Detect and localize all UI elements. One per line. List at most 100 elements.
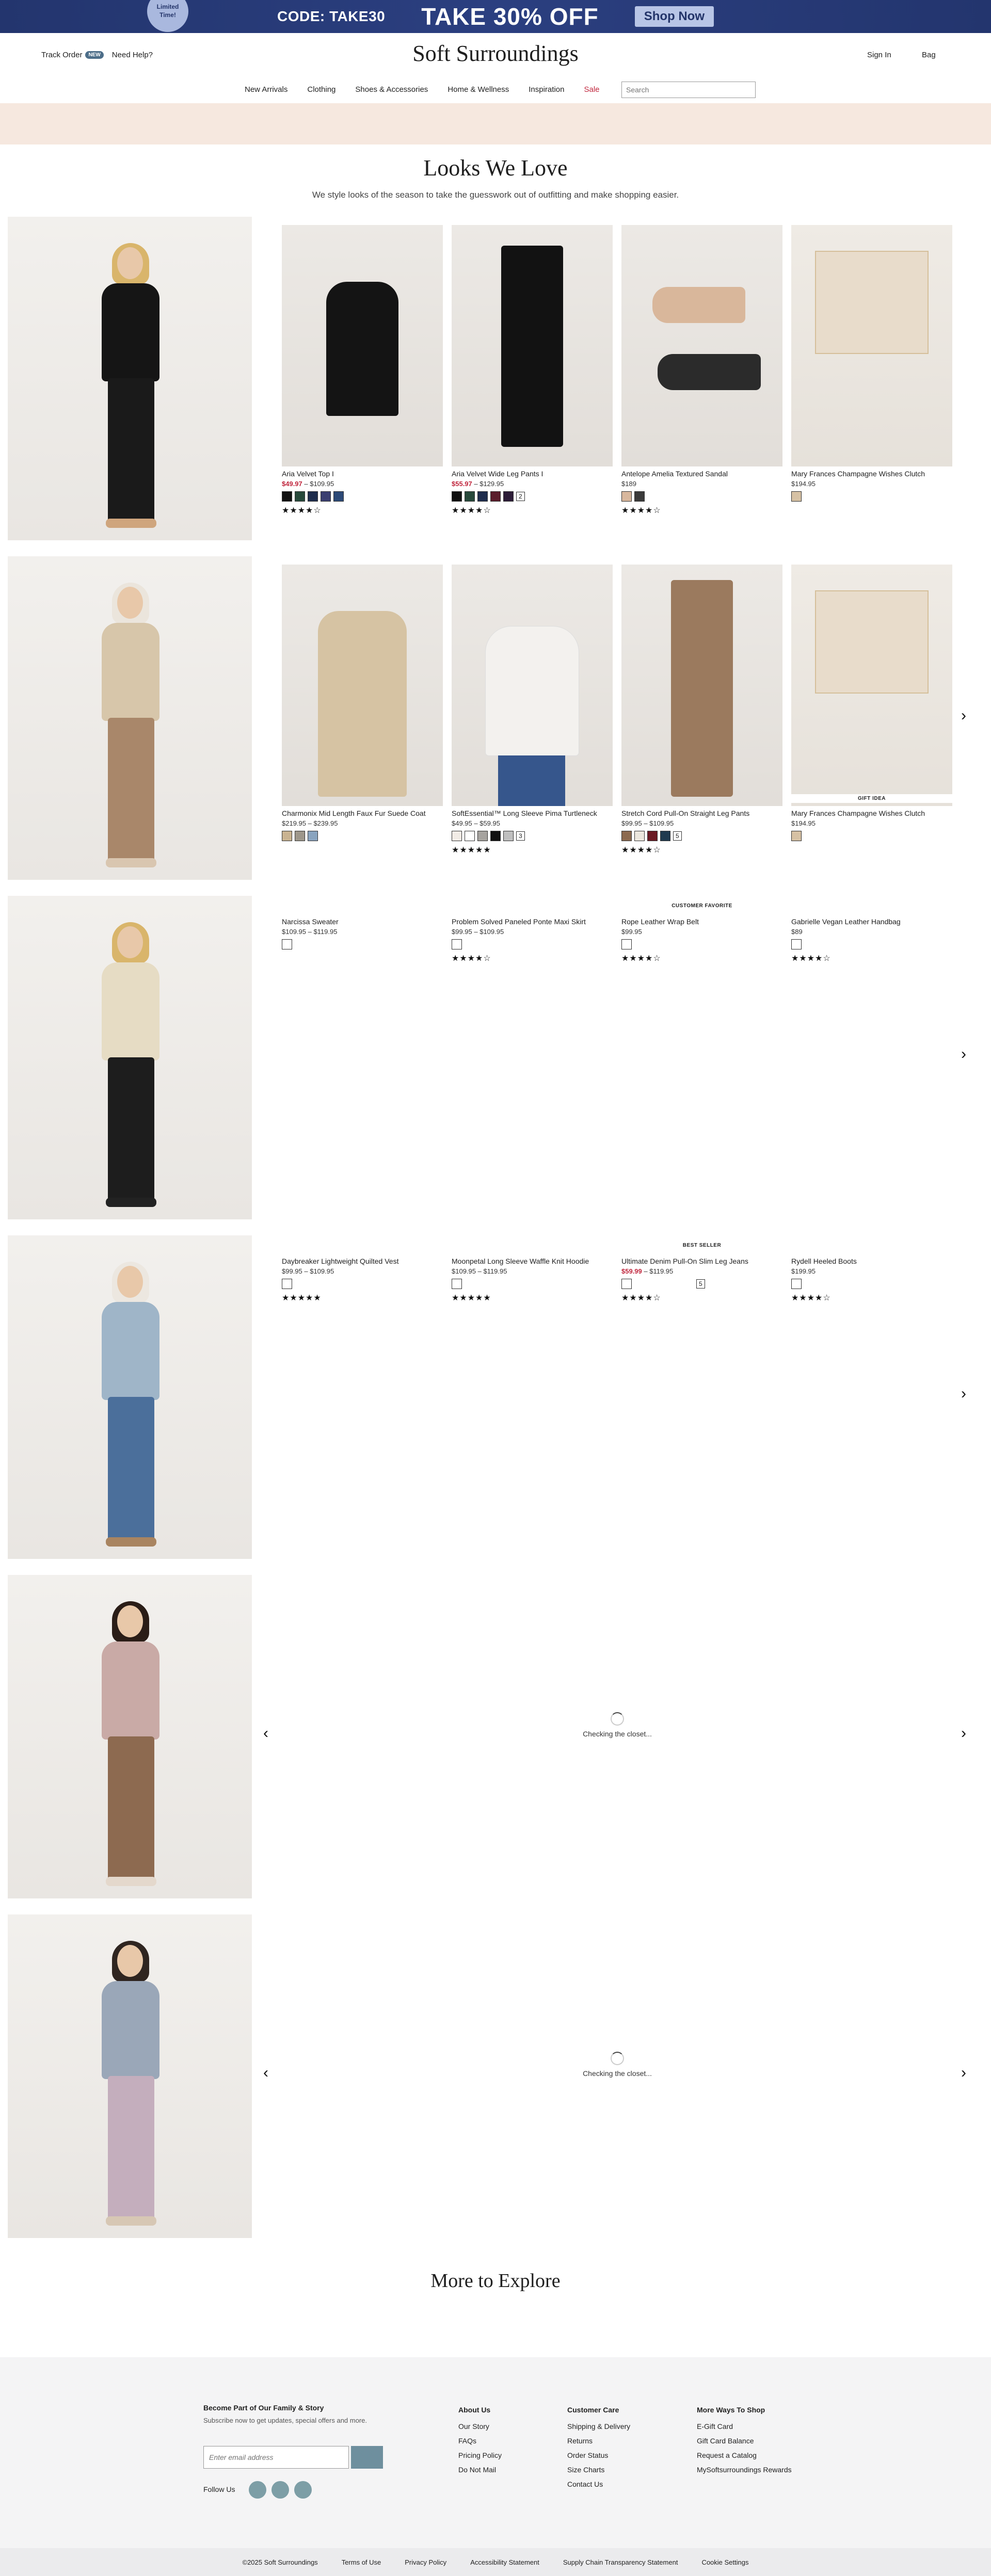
- color-swatch[interactable]: [621, 1279, 632, 1289]
- product-name[interactable]: Problem Solved Paneled Ponte Maxi Skirt: [452, 917, 613, 926]
- product-image[interactable]: [282, 225, 443, 466]
- product-card[interactable]: Aria Velvet Top I $49.97 – $109.95 ★★★★☆: [282, 225, 443, 516]
- footer-link[interactable]: MySoftsurroundings Rewards: [697, 2462, 792, 2477]
- footer-link[interactable]: Request a Catalog: [697, 2448, 792, 2462]
- nav-shoes-accessories[interactable]: Shoes & Accessories: [355, 85, 428, 94]
- product-name[interactable]: Aria Velvet Wide Leg Pants I: [452, 470, 613, 478]
- color-swatch[interactable]: [295, 491, 305, 502]
- product-image[interactable]: [282, 565, 443, 806]
- look-image[interactable]: [8, 217, 252, 540]
- color-swatch[interactable]: [621, 831, 632, 841]
- product-card[interactable]: Daybreaker Lightweight Quilted Vest $99.…: [282, 1254, 443, 1303]
- color-swatch[interactable]: [634, 491, 645, 502]
- promo-banner[interactable]: Limited Time! CODE: TAKE30 TAKE 30% OFF S…: [0, 0, 991, 33]
- product-image[interactable]: [621, 225, 782, 466]
- search-input[interactable]: [621, 82, 756, 98]
- footer-link[interactable]: Do Not Mail: [458, 2462, 502, 2477]
- color-swatch[interactable]: [452, 1279, 462, 1289]
- look-image[interactable]: [8, 1914, 252, 2238]
- footer-link[interactable]: Returns: [567, 2434, 630, 2448]
- product-name[interactable]: Mary Frances Champagne Wishes Clutch: [791, 470, 952, 478]
- product-image[interactable]: [791, 225, 952, 466]
- color-swatch[interactable]: [282, 1279, 292, 1289]
- product-name[interactable]: SoftEssential™ Long Sleeve Pima Turtlene…: [452, 809, 613, 817]
- pinterest-icon[interactable]: [294, 2481, 312, 2499]
- footer-link[interactable]: Shipping & Delivery: [567, 2419, 630, 2434]
- product-card[interactable]: Narcissa Sweater $109.95 – $119.95: [282, 914, 443, 950]
- product-card[interactable]: Mary Frances Champagne Wishes Clutch $19…: [791, 225, 952, 502]
- product-name[interactable]: Rope Leather Wrap Belt: [621, 917, 782, 926]
- supply-chain-link[interactable]: Supply Chain Transparency Statement: [563, 2558, 678, 2566]
- color-swatch[interactable]: [308, 831, 318, 841]
- site-logo[interactable]: Soft Surroundings: [0, 40, 991, 67]
- product-name[interactable]: Moonpetal Long Sleeve Waffle Knit Hoodie: [452, 1257, 613, 1265]
- color-swatch[interactable]: [295, 831, 305, 841]
- color-swatch[interactable]: [490, 491, 501, 502]
- color-swatch[interactable]: [452, 939, 462, 949]
- product-card[interactable]: SoftEssential™ Long Sleeve Pima Turtlene…: [452, 565, 613, 855]
- email-field[interactable]: [203, 2446, 349, 2469]
- product-name[interactable]: Antelope Amelia Textured Sandal: [621, 470, 782, 478]
- product-name[interactable]: Ultimate Denim Pull-On Slim Leg Jeans: [621, 1257, 782, 1265]
- color-swatch[interactable]: [282, 939, 292, 949]
- product-name[interactable]: Stretch Cord Pull-On Straight Leg Pants: [621, 809, 782, 817]
- footer-link[interactable]: E-Gift Card: [697, 2419, 792, 2434]
- look-image[interactable]: [8, 896, 252, 1219]
- product-name[interactable]: Aria Velvet Top I: [282, 470, 443, 478]
- more-colors[interactable]: 5: [696, 1279, 705, 1289]
- product-image[interactable]: [452, 225, 613, 466]
- email-submit-button[interactable]: [351, 2446, 383, 2469]
- color-swatch[interactable]: [465, 831, 475, 841]
- accessibility-link[interactable]: Accessibility Statement: [470, 2558, 539, 2566]
- color-swatch[interactable]: [647, 831, 658, 841]
- color-swatch[interactable]: [452, 831, 462, 841]
- color-swatch[interactable]: [465, 491, 475, 502]
- more-colors[interactable]: 2: [516, 492, 525, 501]
- color-swatch[interactable]: [477, 831, 488, 841]
- color-swatch[interactable]: [660, 831, 670, 841]
- color-swatch[interactable]: [477, 491, 488, 502]
- color-swatch[interactable]: [282, 831, 292, 841]
- color-swatch[interactable]: [490, 831, 501, 841]
- footer-link[interactable]: Our Story: [458, 2419, 502, 2434]
- product-card[interactable]: Gabrielle Vegan Leather Handbag $89 ★★★★…: [791, 914, 952, 963]
- product-name[interactable]: Gabrielle Vegan Leather Handbag: [791, 917, 952, 926]
- terms-link[interactable]: Terms of Use: [342, 2558, 381, 2566]
- color-swatch[interactable]: [791, 491, 802, 502]
- color-swatch[interactable]: [333, 491, 344, 502]
- color-swatch[interactable]: [791, 939, 802, 949]
- sign-in-link[interactable]: Sign In: [867, 51, 891, 59]
- carousel-next-arrow[interactable]: ›: [961, 1045, 966, 1063]
- color-swatch[interactable]: [452, 491, 462, 502]
- nav-clothing[interactable]: Clothing: [307, 85, 335, 94]
- nav-sale[interactable]: Sale: [584, 85, 599, 94]
- product-image[interactable]: GIFT IDEA: [791, 565, 952, 806]
- more-colors[interactable]: 5: [673, 831, 682, 841]
- bag-link[interactable]: Bag: [922, 51, 936, 59]
- footer-link[interactable]: Order Status: [567, 2448, 630, 2462]
- color-swatch[interactable]: [634, 831, 645, 841]
- carousel-next-arrow[interactable]: ›: [961, 707, 966, 725]
- nav-new-arrivals[interactable]: New Arrivals: [245, 85, 287, 94]
- more-colors[interactable]: 3: [516, 831, 525, 841]
- carousel-prev-arrow[interactable]: ‹: [263, 1725, 268, 1742]
- footer-link[interactable]: Size Charts: [567, 2462, 630, 2477]
- color-swatch[interactable]: [282, 491, 292, 502]
- instagram-icon[interactable]: [271, 2481, 289, 2499]
- product-card[interactable]: GIFT IDEA Mary Frances Champagne Wishes …: [791, 565, 952, 842]
- product-image[interactable]: [621, 565, 782, 806]
- carousel-next-arrow[interactable]: ›: [961, 2064, 966, 2082]
- footer-link[interactable]: Gift Card Balance: [697, 2434, 792, 2448]
- product-card[interactable]: Antelope Amelia Textured Sandal $189 ★★★…: [621, 225, 782, 516]
- product-card[interactable]: BEST SELLER Ultimate Denim Pull-On Slim …: [621, 1243, 782, 1303]
- product-name[interactable]: Daybreaker Lightweight Quilted Vest: [282, 1257, 443, 1265]
- color-swatch[interactable]: [621, 491, 632, 502]
- facebook-icon[interactable]: [249, 2481, 266, 2499]
- product-card[interactable]: Charmonix Mid Length Faux Fur Suede Coat…: [282, 565, 443, 842]
- product-image[interactable]: [452, 565, 613, 806]
- product-card[interactable]: Aria Velvet Wide Leg Pants I $55.97 – $1…: [452, 225, 613, 516]
- look-image[interactable]: [8, 556, 252, 880]
- footer-link[interactable]: Contact Us: [567, 2477, 630, 2491]
- product-card[interactable]: CUSTOMER FAVORITE Rope Leather Wrap Belt…: [621, 903, 782, 963]
- nav-inspiration[interactable]: Inspiration: [529, 85, 564, 94]
